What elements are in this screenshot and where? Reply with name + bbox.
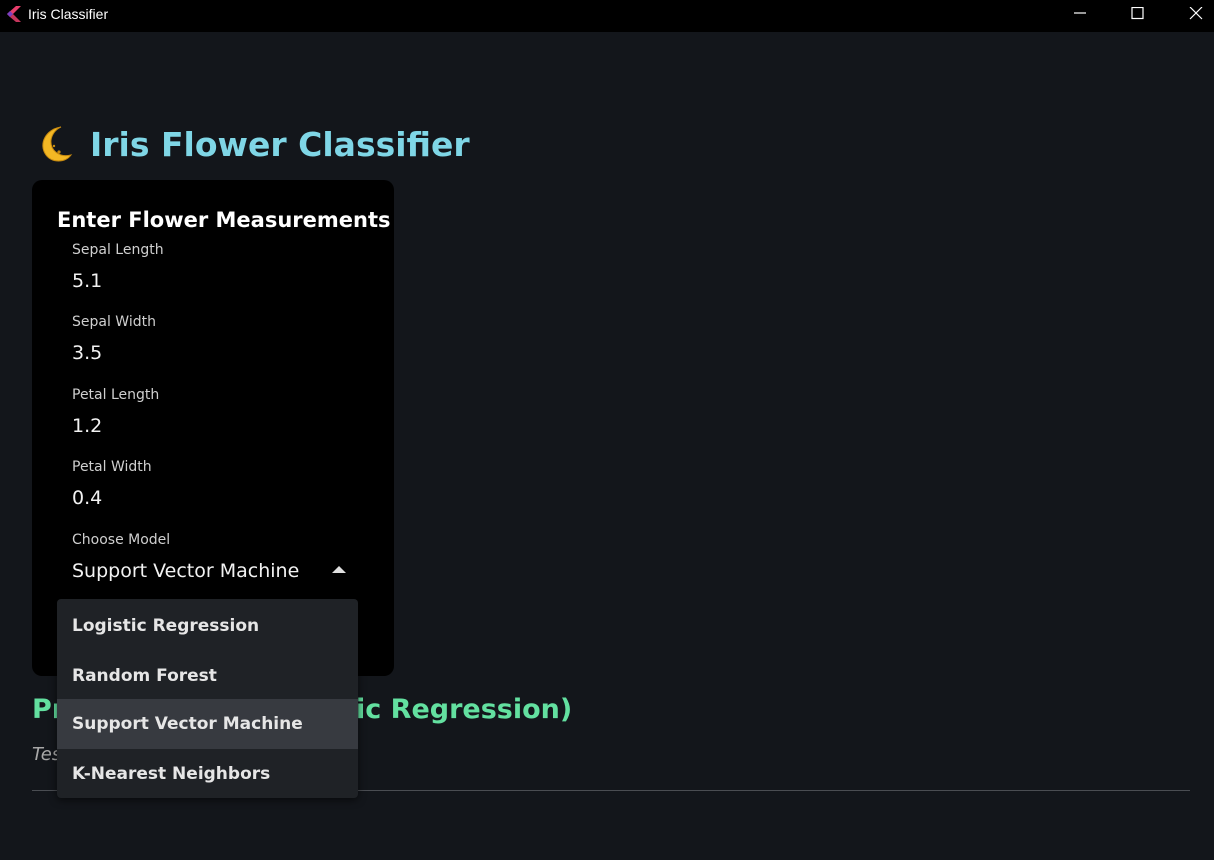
dropdown-option-random-forest[interactable]: Random Forest xyxy=(57,651,358,701)
model-dropdown-menu: Logistic Regression Random Forest Suppor… xyxy=(57,599,358,798)
dropdown-option-support-vector-machine[interactable]: Support Vector Machine xyxy=(57,699,358,749)
crescent-moon-icon xyxy=(42,126,73,162)
close-icon xyxy=(1189,7,1203,20)
page-title: Iris Flower Classifier xyxy=(90,124,470,164)
dropdown-option-logistic-regression[interactable]: Logistic Regression xyxy=(57,601,358,651)
model-select[interactable]: Support Vector Machine xyxy=(72,560,299,582)
dropdown-option-label: Logistic Regression xyxy=(72,616,260,636)
close-button[interactable] xyxy=(1173,0,1214,28)
dropdown-option-label: Support Vector Machine xyxy=(72,714,303,734)
minimize-icon xyxy=(1074,12,1086,14)
petal-width-input[interactable]: 0.4 xyxy=(72,487,102,509)
window-titlebar: Iris Classifier xyxy=(0,0,1214,32)
sepal-width-input[interactable]: 3.5 xyxy=(72,342,102,364)
petal-length-label: Petal Length xyxy=(72,387,160,403)
page-heading: Iris Flower Classifier xyxy=(34,122,470,166)
dropdown-option-k-nearest-neighbors[interactable]: K-Nearest Neighbors xyxy=(57,749,358,799)
card-title: Enter Flower Measurements xyxy=(57,208,391,232)
sepal-width-label: Sepal Width xyxy=(72,314,156,330)
petal-width-label: Petal Width xyxy=(72,459,152,475)
maximize-button[interactable] xyxy=(1115,0,1161,28)
sepal-length-label: Sepal Length xyxy=(72,242,164,258)
prediction-model-text: ic Regression) xyxy=(356,694,573,725)
minimize-button[interactable] xyxy=(1057,0,1103,28)
dropdown-option-label: Random Forest xyxy=(72,666,217,686)
sepal-length-input[interactable]: 5.1 xyxy=(72,270,102,292)
petal-length-input[interactable]: 1.2 xyxy=(72,415,102,437)
window-title: Iris Classifier xyxy=(28,6,109,22)
model-select-label: Choose Model xyxy=(72,532,171,548)
caret-up-icon[interactable] xyxy=(332,564,346,574)
flutter-app-icon xyxy=(7,6,21,22)
maximize-icon xyxy=(1131,7,1144,20)
dropdown-option-label: K-Nearest Neighbors xyxy=(72,764,271,784)
